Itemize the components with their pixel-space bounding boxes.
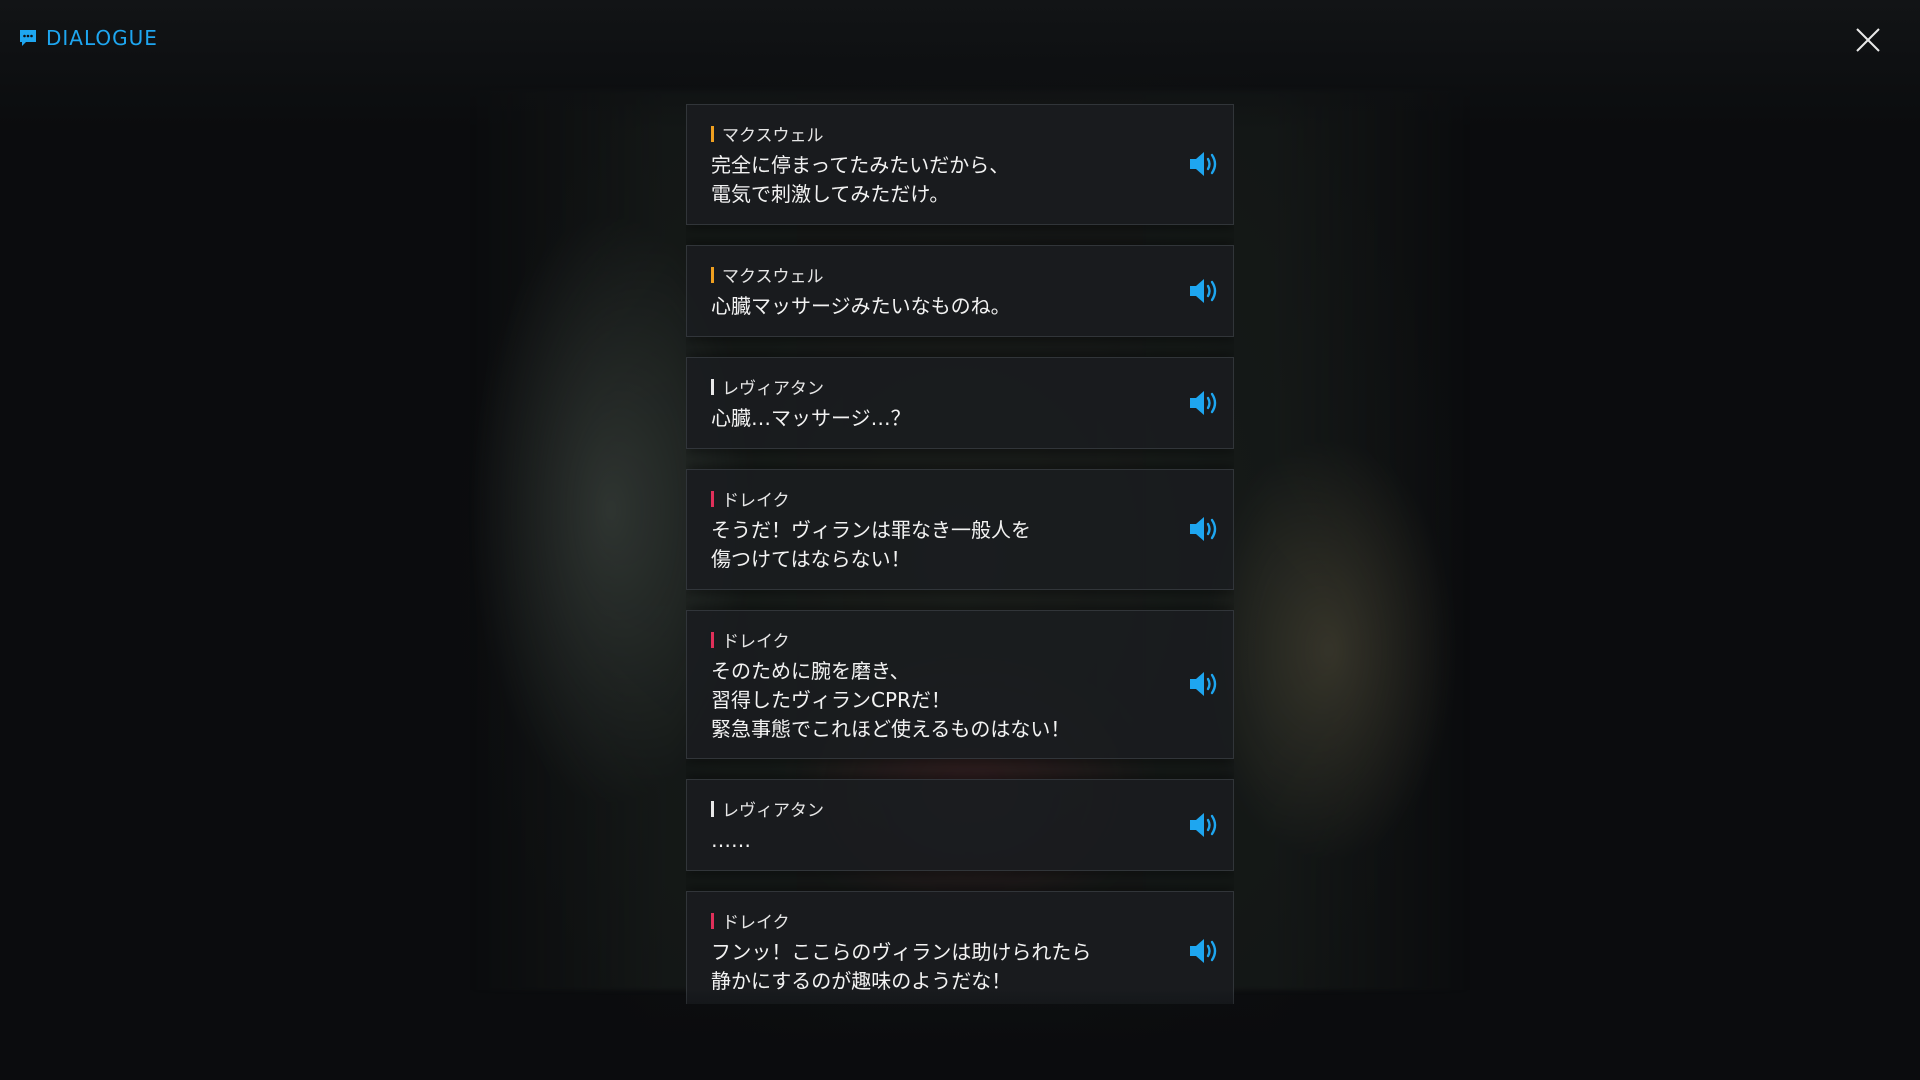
speaker-color-bar <box>711 125 714 142</box>
dialogue-entry: レヴィアタン …… <box>686 779 1234 871</box>
speaker-name: マクスウェル <box>722 267 824 287</box>
voice-play-button[interactable] <box>1187 514 1223 544</box>
dialogue-text: …… <box>711 828 751 852</box>
voice-play-button[interactable] <box>1187 276 1223 306</box>
dialogue-title: DIALOGUE <box>46 26 158 50</box>
speaker-volume-icon <box>1190 672 1217 696</box>
close-icon <box>1856 28 1880 52</box>
close-button[interactable] <box>1852 24 1884 56</box>
dialogue-text: 心臓…マッサージ…？ <box>711 406 911 430</box>
speaker-label: レヴィアタン <box>711 374 824 399</box>
dialogue-log-screen: DIALOGUE マクスウェル完全に停まってたみたいだから、 電気で刺激してみた… <box>0 0 1920 1080</box>
chat-bubble-icon <box>18 28 38 48</box>
dialogue-text: そうだ！ヴィランは罪なき一般人を 傷つけてはならない！ <box>711 518 1031 571</box>
voice-play-button[interactable] <box>1187 669 1223 699</box>
speaker-label: ドレイク <box>711 908 790 933</box>
voice-play-button[interactable] <box>1187 149 1223 179</box>
speaker-name: レヴィアタン <box>722 379 824 399</box>
dialogue-text: そのために腕を磨き、 習得したヴィランCPRだ！ 緊急事態でこれほど使えるものは… <box>711 659 1071 741</box>
speaker-volume-icon <box>1190 152 1217 176</box>
speaker-volume-icon <box>1190 391 1217 415</box>
voice-play-button[interactable] <box>1187 936 1223 966</box>
dialogue-entry: ドレイクフンッ！ここらのヴィランは助けられたら 静かにするのが趣味のようだな！ <box>686 891 1234 1004</box>
speaker-color-bar <box>711 490 714 507</box>
speaker-color-bar <box>711 378 714 395</box>
speaker-color-bar <box>711 912 714 929</box>
speaker-name: ドレイク <box>722 491 790 511</box>
speaker-volume-icon <box>1190 279 1217 303</box>
speaker-volume-icon <box>1190 813 1217 837</box>
speaker-name: ドレイク <box>722 913 790 933</box>
speaker-color-bar <box>711 266 714 283</box>
dialogue-list[interactable]: マクスウェル 完全に停まってたみたいだから、 電気で刺激してみただけ。 マクスウェ… <box>686 104 1234 1004</box>
dialogue-entry: マクスウェル完全に停まってたみたいだから、 電気で刺激してみただけ。 <box>686 104 1234 225</box>
speaker-color-bar <box>711 800 714 817</box>
speaker-label: ドレイク <box>711 486 790 511</box>
speaker-volume-icon <box>1190 517 1217 541</box>
bottom-fade <box>0 990 1920 1080</box>
dialogue-entry: レヴィアタン心臓…マッサージ…？ <box>686 357 1234 449</box>
speaker-label: ドレイク <box>711 627 790 652</box>
speaker-label: マクスウェル <box>711 121 824 146</box>
speaker-color-bar <box>711 631 714 648</box>
speaker-name: マクスウェル <box>722 126 824 146</box>
speaker-label: マクスウェル <box>711 262 824 287</box>
speaker-label: レヴィアタン <box>711 796 824 821</box>
voice-play-button[interactable] <box>1187 388 1223 418</box>
speaker-volume-icon <box>1190 939 1217 963</box>
dialogue-header: DIALOGUE <box>18 26 158 50</box>
speaker-name: ドレイク <box>722 632 790 652</box>
dialogue-text: 完全に停まってたみたいだから、 電気で刺激してみただけ。 <box>711 153 1010 206</box>
dialogue-entry: ドレイクそうだ！ヴィランは罪なき一般人を 傷つけてはならない！ <box>686 469 1234 590</box>
speaker-name: レヴィアタン <box>722 801 824 821</box>
voice-play-button[interactable] <box>1187 810 1223 840</box>
dialogue-text: 心臓マッサージみたいなものね。 <box>711 294 1011 318</box>
dialogue-entry: ドレイクそのために腕を磨き、 習得したヴィランCPRだ！ 緊急事態でこれほど使え… <box>686 610 1234 759</box>
dialogue-text: フンッ！ここらのヴィランは助けられたら 静かにするのが趣味のようだな！ <box>711 940 1092 993</box>
dialogue-entry: マクスウェル心臓マッサージみたいなものね。 <box>686 245 1234 337</box>
